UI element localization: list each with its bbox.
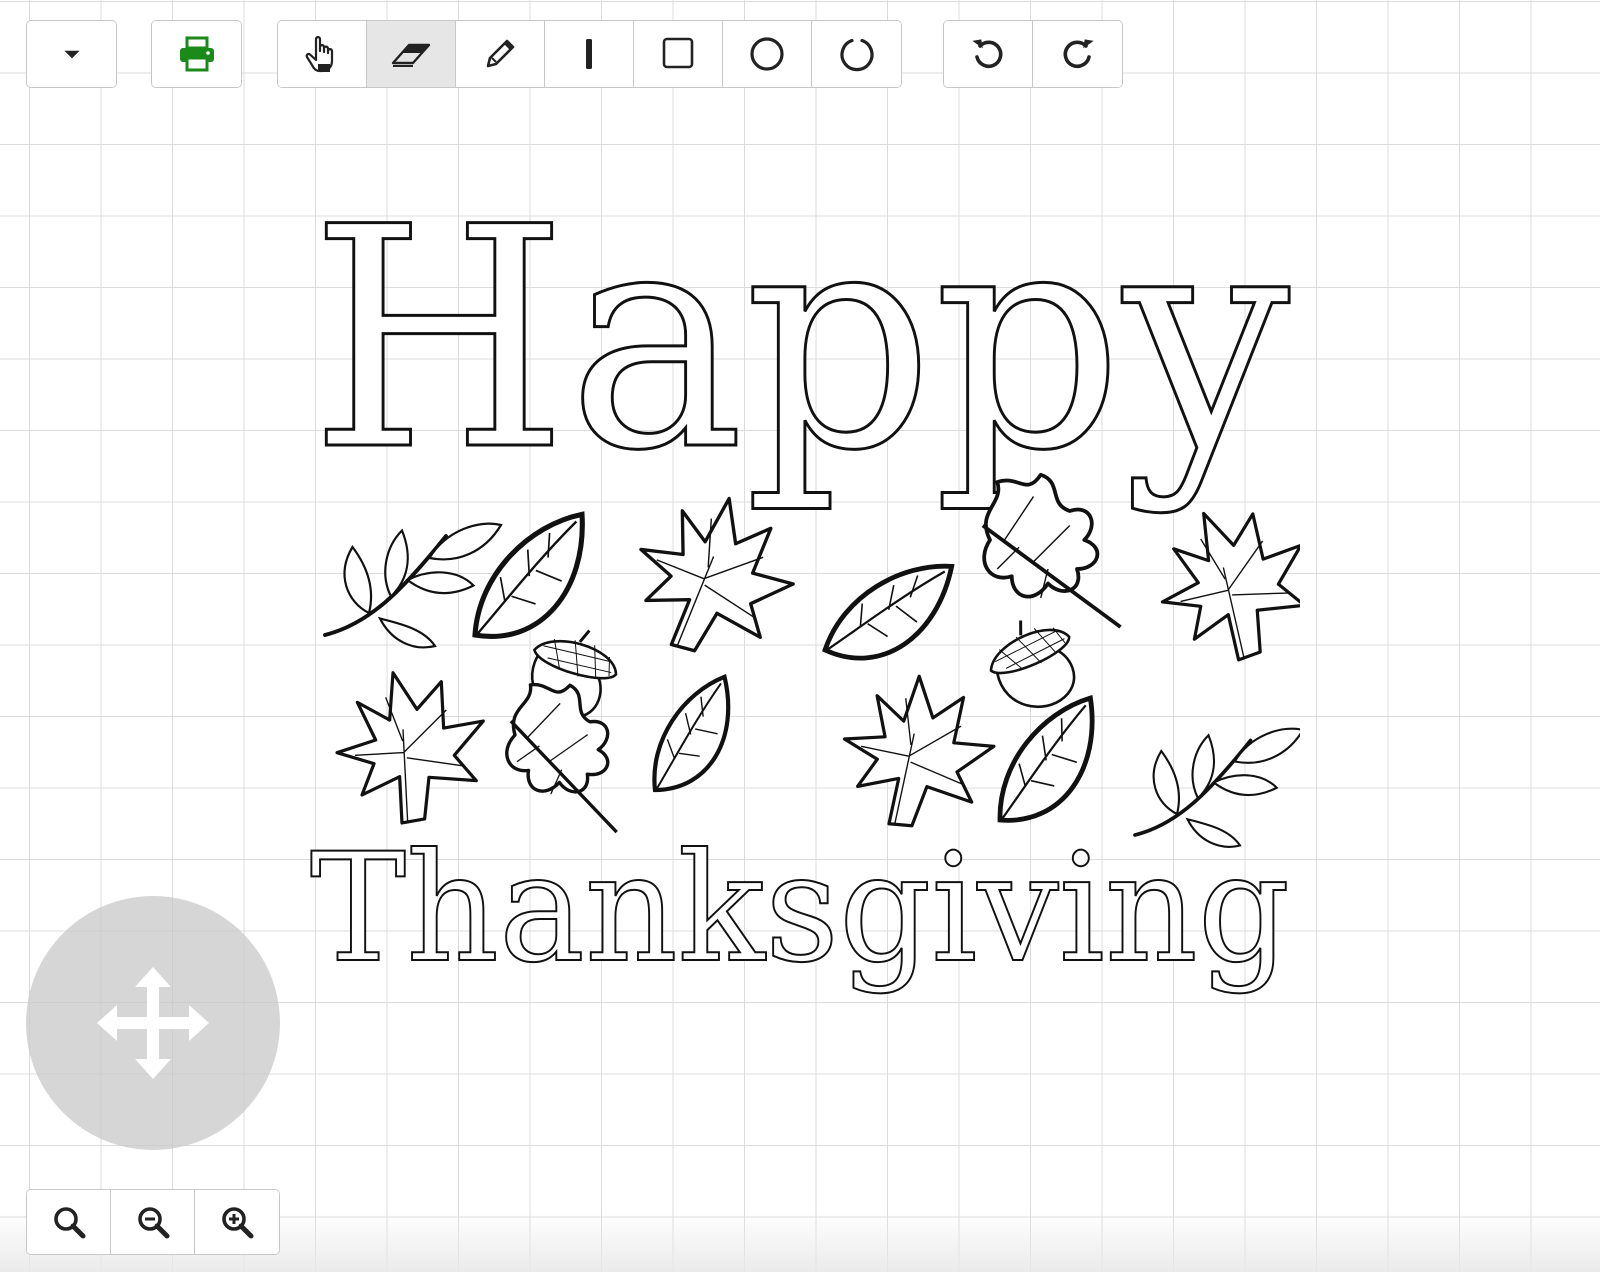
- line-tool-button[interactable]: [545, 21, 634, 87]
- menu-group: [26, 20, 117, 88]
- pencil-tool-button[interactable]: [456, 21, 545, 87]
- zoom-out-button[interactable]: [111, 1190, 195, 1254]
- undo-button[interactable]: [944, 21, 1033, 87]
- eraser-tool-button[interactable]: [367, 21, 456, 87]
- zoom-group: [26, 1189, 280, 1255]
- print-button[interactable]: [152, 21, 241, 87]
- pan-control[interactable]: [26, 896, 280, 1150]
- move-arrows-icon: [97, 967, 209, 1079]
- rectangle-tool-button[interactable]: [634, 21, 723, 87]
- undo-icon: [972, 39, 1003, 69]
- zoom-in-button[interactable]: [195, 1190, 279, 1254]
- printer-icon: [179, 36, 214, 72]
- drawing-tools-group: [277, 20, 902, 88]
- caret-down-icon: [63, 50, 80, 59]
- redo-button[interactable]: [1033, 21, 1122, 87]
- menu-dropdown-button[interactable]: [27, 21, 116, 87]
- arc-icon: [839, 38, 874, 72]
- circle-icon: [750, 37, 784, 71]
- pencil-icon: [486, 39, 515, 68]
- coloring-page-artwork[interactable]: Happy Thanksgiving: [300, 195, 1300, 1025]
- vertical-line-icon: [586, 39, 592, 69]
- history-group: [943, 20, 1123, 88]
- magnifier-icon: [53, 1207, 85, 1239]
- leaves-illustration: [323, 472, 1300, 849]
- hand-pointer-icon: [305, 36, 334, 73]
- zoom-out-icon: [137, 1207, 169, 1239]
- title-happy: Happy: [310, 195, 1290, 517]
- pan-tool-button[interactable]: [278, 21, 367, 87]
- square-icon: [662, 37, 694, 69]
- circle-tool-button[interactable]: [723, 21, 812, 87]
- title-thanksgiving: Thanksgiving: [310, 822, 1290, 996]
- redo-icon: [1063, 39, 1094, 69]
- zoom-fit-button[interactable]: [27, 1190, 111, 1254]
- print-group: [151, 20, 242, 88]
- zoom-in-icon: [222, 1207, 254, 1239]
- arc-tool-button[interactable]: [812, 21, 901, 87]
- eraser-icon: [391, 43, 431, 67]
